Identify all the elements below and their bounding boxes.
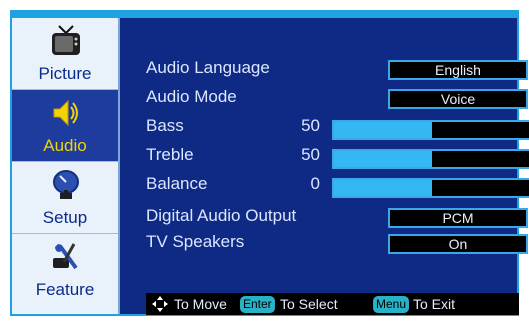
treble-value: 50 (301, 145, 320, 164)
footer-hint-bar: To Move Enter To Select Menu To Exit (146, 293, 519, 315)
audio-mode-row[interactable]: Audio Mode Voice (146, 87, 528, 113)
balance-slider[interactable] (332, 178, 529, 198)
balance-value: 0 (310, 174, 320, 193)
balance-row[interactable]: Balance 0 (146, 174, 529, 200)
bass-value: 50 (301, 116, 320, 135)
balance-slider-fill (334, 180, 432, 196)
bass-label: Bass (146, 116, 184, 135)
tv-speakers-label: TV Speakers (146, 232, 245, 251)
sidebar-item-feature[interactable]: Feature (12, 234, 118, 306)
bass-row[interactable]: Bass 50 (146, 116, 529, 142)
sidebar-item-label: Picture (38, 64, 92, 83)
menu-key: Menu (373, 296, 410, 313)
treble-slider[interactable] (332, 149, 529, 169)
sidebar-item-label: Setup (42, 208, 88, 227)
wrench-screwdriver-icon (53, 243, 78, 270)
sidebar-item-label: Audio (43, 136, 87, 155)
audio-language-label: Audio Language (146, 58, 270, 77)
balance-label: Balance (146, 174, 208, 193)
satellite-dish-icon (53, 170, 79, 199)
exit-hint: To Exit (413, 296, 456, 312)
arrows-icon (152, 296, 168, 312)
audio-mode-label: Audio Mode (146, 87, 237, 106)
sidebar-item-setup[interactable]: Setup (12, 162, 118, 234)
audio-mode-value[interactable]: Voice (388, 89, 528, 109)
bass-slider-fill (334, 122, 432, 138)
speaker-icon (53, 99, 78, 127)
top-strip (10, 10, 519, 18)
digital-audio-output-row[interactable]: Digital Audio Output PCM (146, 206, 528, 232)
sidebar-item-picture[interactable]: Picture (12, 18, 118, 90)
sidebar: Picture Audio Setup Feature (12, 18, 120, 314)
audio-settings-panel: Audio Language English Audio Mode Voice … (120, 18, 529, 314)
select-hint: To Select (280, 296, 338, 312)
digital-audio-output-value[interactable]: PCM (388, 208, 528, 228)
tv-icon (52, 25, 80, 55)
audio-language-row[interactable]: Audio Language English (146, 58, 528, 84)
bass-slider[interactable] (332, 120, 529, 140)
audio-language-value[interactable]: English (388, 60, 528, 80)
sidebar-item-audio[interactable]: Audio (12, 90, 118, 162)
tv-speakers-row[interactable]: TV Speakers On (146, 232, 528, 258)
enter-key: Enter (240, 296, 275, 313)
digital-audio-output-label: Digital Audio Output (146, 206, 297, 225)
treble-label: Treble (146, 145, 194, 164)
sidebar-item-label: Feature (35, 280, 95, 299)
treble-row[interactable]: Treble 50 (146, 145, 529, 171)
tv-speakers-value[interactable]: On (388, 234, 528, 254)
move-hint: To Move (174, 296, 227, 312)
treble-slider-fill (334, 151, 432, 167)
